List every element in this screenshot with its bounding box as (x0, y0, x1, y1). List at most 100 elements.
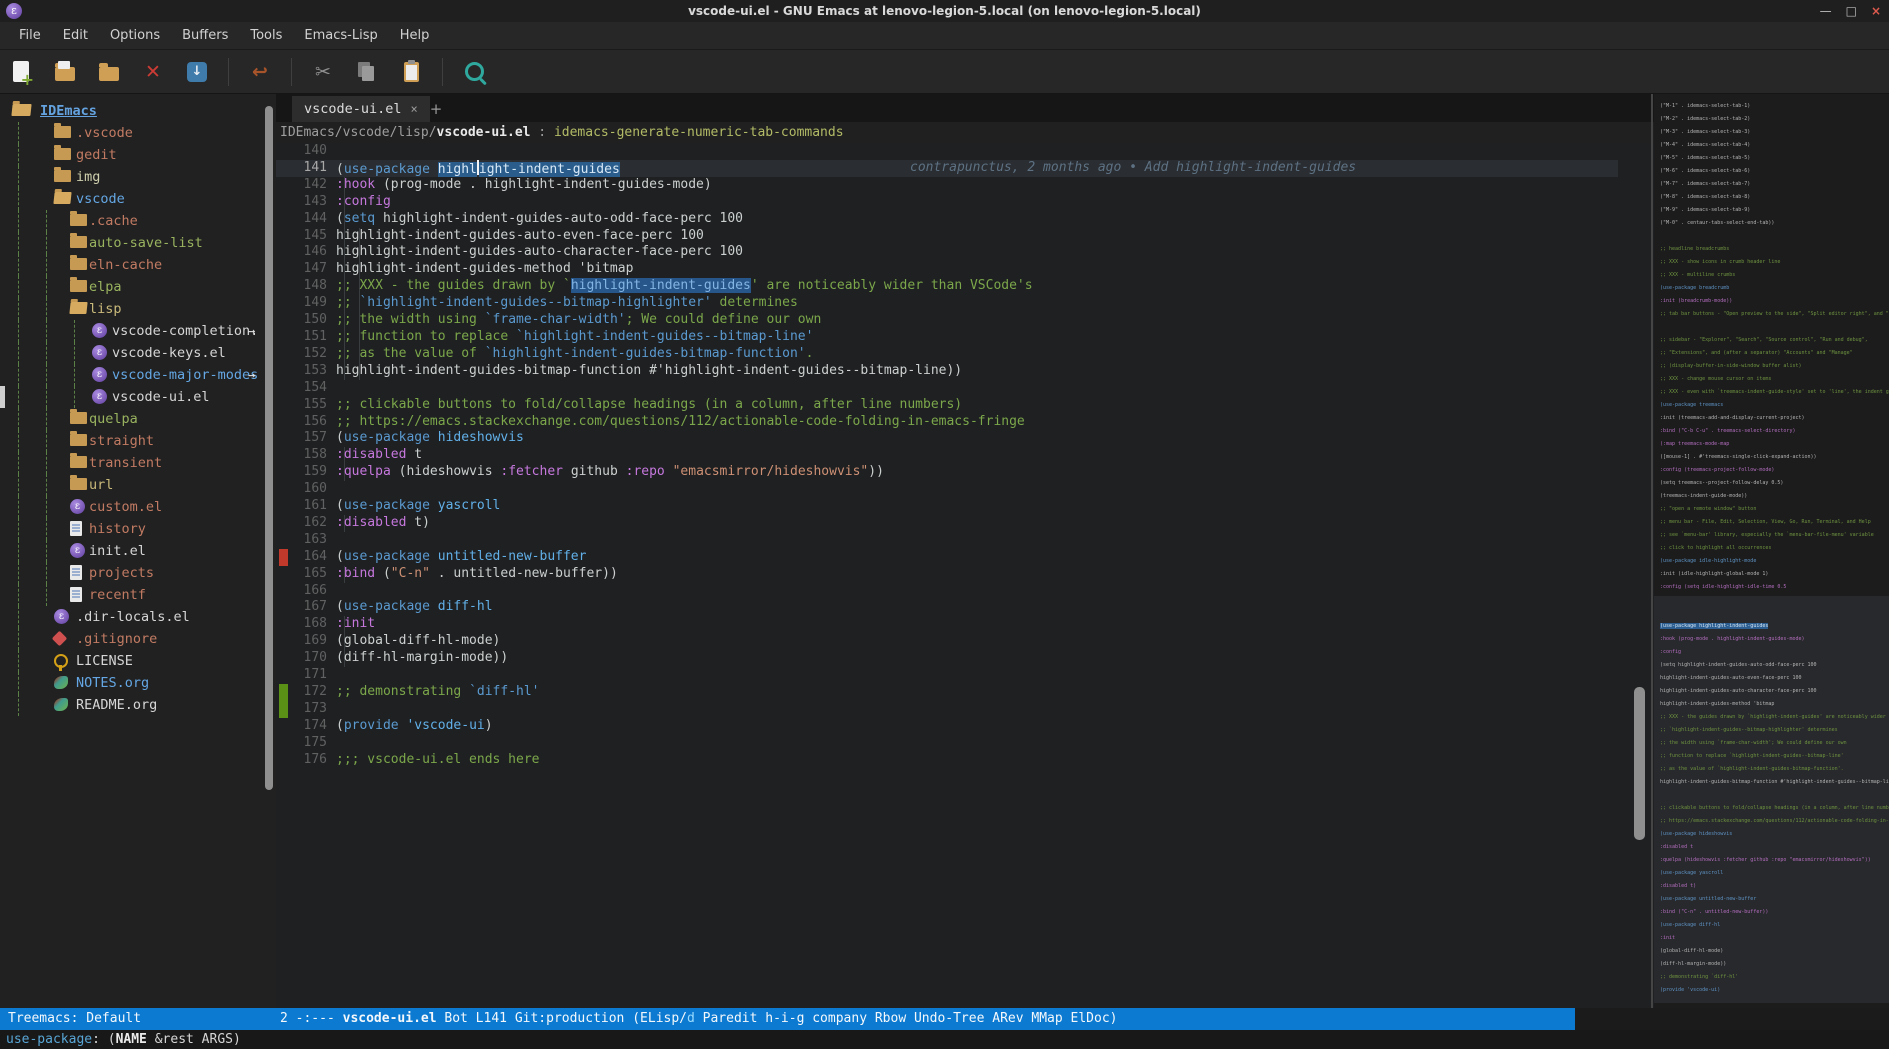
tree-item-img[interactable]: img (0, 166, 276, 188)
code-line-148[interactable]: 148 ;; XXX - the guides drawn by `highli… (276, 278, 1618, 295)
tree-item-notes-org[interactable]: NOTES.org (0, 672, 276, 694)
code-line-140[interactable]: 140 (276, 143, 1618, 160)
code-line-169[interactable]: 169 (global-diff-hl-mode) (276, 633, 1618, 650)
code-line-154[interactable]: 154 (276, 380, 1618, 397)
folder-icon[interactable] (96, 59, 122, 85)
tree-item-init-el[interactable]: εinit.el (0, 540, 276, 562)
new-file-icon[interactable]: + (8, 59, 34, 85)
code-line-146[interactable]: 146 highlight-indent-guides-auto-charact… (276, 244, 1618, 261)
tree-item-vscode[interactable]: vscode (0, 188, 276, 210)
menu-tools[interactable]: Tools (239, 22, 293, 50)
menu-edit[interactable]: Edit (52, 22, 99, 50)
code-line-172[interactable]: 172;; demonstrating `diff-hl' (276, 684, 1618, 701)
code-line-144[interactable]: 144 (setq highlight-indent-guides-auto-o… (276, 211, 1618, 228)
menu-help[interactable]: Help (389, 22, 441, 50)
breadcrumb-file[interactable]: vscode-ui.el (437, 125, 531, 140)
code-line-165[interactable]: 165 :bind ("C-n" . untitled-new-buffer)) (276, 566, 1618, 583)
tree-item-eln-cache[interactable]: eln-cache (0, 254, 276, 276)
minimap[interactable]: ("M-1" . idemacs-select-tab-1) ("M-2" . … (1654, 94, 1889, 1008)
code-line-153[interactable]: 153 highlight-indent-guides-bitmap-funct… (276, 363, 1618, 380)
save-icon[interactable]: ↓ (184, 59, 210, 85)
tree-item--vscode[interactable]: .vscode (0, 122, 276, 144)
minimap-view-region[interactable] (1654, 596, 1889, 1003)
tree-item-auto-save-list[interactable]: auto-save-list (0, 232, 276, 254)
tree-item-custom-el[interactable]: εcustom.el (0, 496, 276, 518)
menu-file[interactable]: File (8, 22, 52, 50)
tree-item-straight[interactable]: straight (0, 430, 276, 452)
code-line-168[interactable]: 168 :init (276, 616, 1618, 633)
code-line-163[interactable]: 163 (276, 532, 1618, 549)
tree-scrollbar[interactable] (265, 106, 273, 790)
code-line-167[interactable]: 167(use-package diff-hl (276, 599, 1618, 616)
tree-item-projects[interactable]: projects (0, 562, 276, 584)
breadcrumb-path[interactable]: IDEmacs/vscode/lisp/ (280, 125, 437, 140)
tab-vscode-ui[interactable]: vscode-ui.el× (292, 96, 430, 122)
tree-item-lisp[interactable]: lisp (0, 298, 276, 320)
code-line-149[interactable]: 149 ;; `highlight-indent-guides--bitmap-… (276, 295, 1618, 312)
tree-item-vscode-ui-el[interactable]: εvscode-ui.el (0, 386, 276, 408)
code-line-166[interactable]: 166 (276, 583, 1618, 600)
tree-item-vscode-completion-[interactable]: εvscode-completion.→ (0, 320, 276, 342)
code-line-159[interactable]: 159 :quelpa (hideshowvis :fetcher github… (276, 464, 1618, 481)
tree-item-history[interactable]: history (0, 518, 276, 540)
code-line-145[interactable]: 145 highlight-indent-guides-auto-even-fa… (276, 228, 1618, 245)
code-line-161[interactable]: 161(use-package yascroll (276, 498, 1618, 515)
tree-item--dir-locals-el[interactable]: ε.dir-locals.el (0, 606, 276, 628)
code-line-160[interactable]: 160 (276, 481, 1618, 498)
tree-indent-guide (18, 628, 19, 650)
close-buffer-icon[interactable]: ✕ (140, 59, 166, 85)
new-tab-button[interactable]: + (424, 96, 448, 122)
code-line-176[interactable]: 176;;; vscode-ui.el ends here (276, 752, 1618, 769)
code-line-162[interactable]: 162 :disabled t) (276, 515, 1618, 532)
code-line-174[interactable]: 174(provide 'vscode-ui) (276, 718, 1618, 735)
minimize-icon[interactable]: — (1820, 0, 1832, 22)
tree-item-label: gedit (76, 144, 117, 166)
code-line-157[interactable]: 157(use-package hideshowvis (276, 430, 1618, 447)
maximize-icon[interactable]: □ (1846, 0, 1857, 22)
tree-item-vscode-keys-el[interactable]: εvscode-keys.el (0, 342, 276, 364)
tree-item-recentf[interactable]: recentf (0, 584, 276, 606)
breadcrumb-symbol[interactable]: idemacs-generate-numeric-tab-commands (554, 125, 844, 140)
code-line-155[interactable]: 155;; clickable buttons to fold/collapse… (276, 397, 1618, 414)
search-icon[interactable] (461, 59, 487, 85)
copy-icon[interactable] (354, 59, 380, 85)
code-line-158[interactable]: 158 :disabled t (276, 447, 1618, 464)
tree-item-quelpa[interactable]: quelpa (0, 408, 276, 430)
tree-item--gitignore[interactable]: .gitignore (0, 628, 276, 650)
code-line-152[interactable]: 152 ;; as the value of `highlight-indent… (276, 346, 1618, 363)
code-line-173[interactable]: 173 (276, 701, 1618, 718)
code-line-143[interactable]: 143 :config (276, 194, 1618, 211)
menu-emacs-lisp[interactable]: Emacs-Lisp (293, 22, 388, 50)
code-line-147[interactable]: 147 highlight-indent-guides-method 'bitm… (276, 261, 1618, 278)
tree-item-elpa[interactable]: elpa (0, 276, 276, 298)
code-line-151[interactable]: 151 ;; function to replace `highlight-in… (276, 329, 1618, 346)
tree-item-readme-org[interactable]: README.org (0, 694, 276, 716)
tree-item-gedit[interactable]: gedit (0, 144, 276, 166)
paste-icon[interactable] (398, 59, 424, 85)
open-file-icon[interactable] (52, 59, 78, 85)
code-line-171[interactable]: 171 (276, 667, 1618, 684)
code-line-142[interactable]: 142 :hook (prog-mode . highlight-indent-… (276, 177, 1618, 194)
close-icon[interactable]: × (1871, 0, 1881, 22)
tree-item--cache[interactable]: .cache (0, 210, 276, 232)
code-line-164[interactable]: 164(use-package untitled-new-buffer (276, 549, 1618, 566)
tree-item-license[interactable]: LICENSE (0, 650, 276, 672)
tree-item-vscode-major-modes[interactable]: εvscode-major-modes→ (0, 364, 276, 386)
code-line-175[interactable]: 175 (276, 735, 1618, 752)
menu-options[interactable]: Options (99, 22, 171, 50)
code-line-170[interactable]: 170 (diff-hl-margin-mode)) (276, 650, 1618, 667)
tree-item-url[interactable]: url (0, 474, 276, 496)
cut-icon[interactable]: ✂ (310, 59, 336, 85)
code-line-156[interactable]: 156;; https://emacs.stackexchange.com/qu… (276, 414, 1618, 431)
minimap-line: ("M-3" . idemacs-select-tab-3) (1660, 126, 1750, 139)
undo-icon[interactable]: ↩ (247, 59, 273, 85)
title-bar[interactable]: ε vscode-ui.el - GNU Emacs at lenovo-leg… (0, 0, 1889, 23)
editor-scrollbar[interactable] (1634, 687, 1645, 840)
code-line-150[interactable]: 150 ;; the width using `frame-char-width… (276, 312, 1618, 329)
code-line-141[interactable]: 141(use-package highlight-indent-guidesc… (276, 160, 1618, 177)
menu-buffers[interactable]: Buffers (171, 22, 239, 50)
tree-item-transient[interactable]: transient (0, 452, 276, 474)
code-buffer[interactable]: 140141(use-package highlight-indent-guid… (276, 143, 1654, 1008)
tab-close-icon[interactable]: × (411, 102, 418, 116)
tree-root-idemacs[interactable]: IDEmacs (0, 100, 276, 122)
